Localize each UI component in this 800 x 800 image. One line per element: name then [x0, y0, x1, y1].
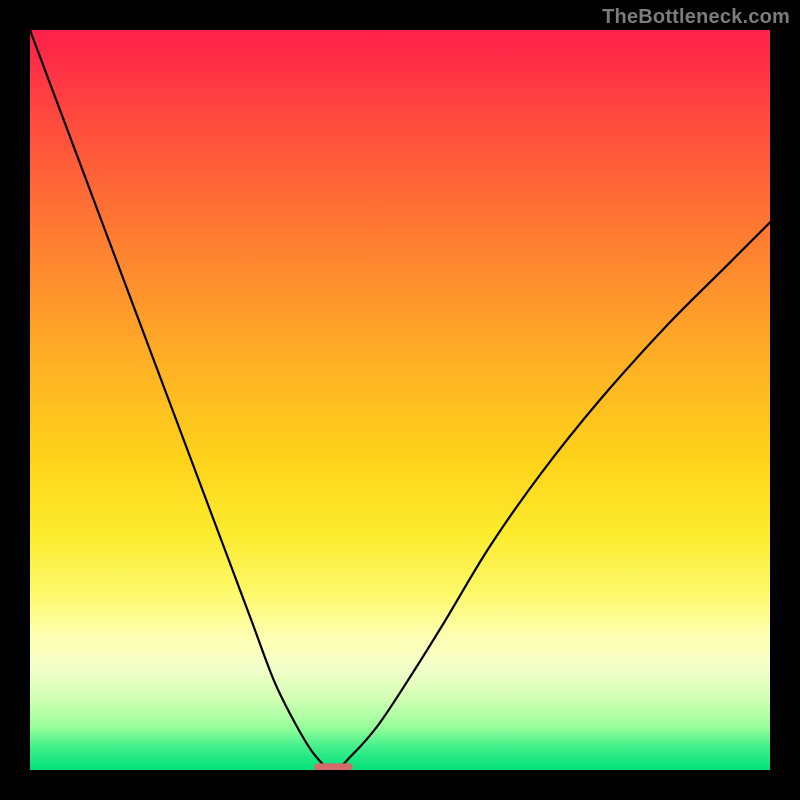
- plot-area: [30, 30, 770, 770]
- bottleneck-curve-path: [30, 30, 770, 770]
- chart-frame: TheBottleneck.com: [0, 0, 800, 800]
- optimum-marker: [314, 763, 352, 770]
- watermark-text: TheBottleneck.com: [602, 6, 790, 29]
- bottleneck-curve-svg: [30, 30, 770, 770]
